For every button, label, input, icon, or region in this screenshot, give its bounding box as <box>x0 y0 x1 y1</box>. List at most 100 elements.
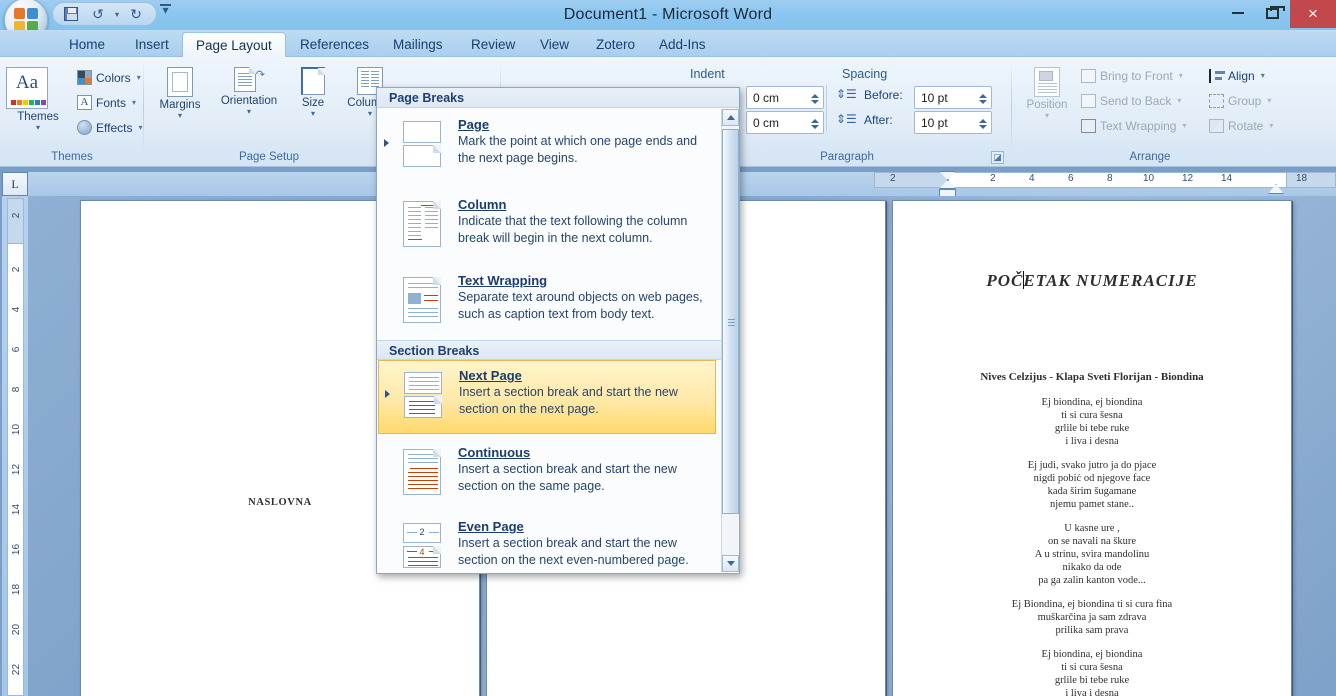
vruler-tick-4: 4 <box>11 306 22 313</box>
send-to-back-button[interactable]: Send to Back ▾ <box>1078 90 1184 111</box>
text-wrapping-icon <box>1081 118 1096 133</box>
indent-left-input[interactable]: 0 cm <box>746 86 824 109</box>
margins-button[interactable]: Margins ▾ <box>148 63 212 120</box>
themes-caret-icon[interactable]: ▾ <box>6 123 70 132</box>
theme-colors-button[interactable]: Colors ▾ <box>74 67 144 88</box>
hruler-tick-2a: 2 <box>890 173 896 184</box>
song-verse-3: U kasne ure , on se navali na škure A u … <box>1034 523 1150 586</box>
bring-to-front-button[interactable]: Bring to Front ▾ <box>1078 65 1186 86</box>
close-button[interactable]: × <box>1290 0 1336 28</box>
indent-right-value: 0 cm <box>753 116 780 130</box>
tab-page-layout[interactable]: Page Layout <box>182 32 286 57</box>
menu-scrollbar[interactable] <box>721 109 739 572</box>
customize-qat-icon[interactable]: ▾ <box>160 4 171 16</box>
ribbon-tab-strip: Home Insert Page Layout References Maili… <box>0 30 1336 57</box>
menu-scroll-up-button[interactable] <box>722 109 739 126</box>
undo-button[interactable]: ↺ <box>88 5 108 24</box>
rotate-button[interactable]: Rotate ▾ <box>1206 115 1276 136</box>
group-icon <box>1209 93 1224 108</box>
undo-dropdown-icon[interactable]: ▾ <box>115 10 119 19</box>
position-button[interactable]: Position ▾ <box>1016 63 1078 120</box>
margins-caret-icon[interactable]: ▾ <box>148 111 212 120</box>
send-to-back-caret-icon[interactable]: ▾ <box>1177 96 1181 105</box>
menu-item-text-wrapping[interactable]: Text Wrapping Separate text around objec… <box>378 266 716 338</box>
continuous-break-icon <box>378 445 458 504</box>
menu-item-continuous[interactable]: Continuous Insert a section break and st… <box>378 438 716 510</box>
tab-mailings[interactable]: Mailings <box>380 32 456 57</box>
hruler-tick-18: 18 <box>1296 173 1308 184</box>
text-wrapping-button[interactable]: Text Wrapping ▾ <box>1078 115 1190 136</box>
theme-effects-button[interactable]: Effects ▾ <box>74 117 145 138</box>
menu-item-even-page[interactable]: 2 4 Even Page Insert a section break and… <box>378 512 716 584</box>
indent-right-stepper[interactable] <box>810 114 819 133</box>
group-label: Group <box>1228 93 1262 108</box>
size-label: Size <box>301 97 325 109</box>
hruler-tick-2b: 2 <box>990 173 996 184</box>
ribbon-group-arrange: Position ▾ Bring to Front ▾ Send to Back… <box>1016 59 1284 165</box>
spacing-before-input[interactable]: 10 pt <box>914 86 992 109</box>
save-button[interactable] <box>61 5 81 24</box>
spacing-after-input[interactable]: 10 pt <box>914 111 992 134</box>
orientation-caret-icon[interactable]: ▾ <box>210 107 288 116</box>
text-wrapping-caret-icon[interactable]: ▾ <box>1182 121 1186 130</box>
title-bar: Document1 - Microsoft Word ↺ ▾ ↻ ▾ × <box>0 0 1336 42</box>
close-icon: × <box>1308 4 1318 23</box>
themes-button[interactable]: Aa Themes ▾ <box>6 63 70 132</box>
size-button[interactable]: Size ▾ <box>288 63 338 118</box>
redo-button[interactable]: ↻ <box>126 5 146 24</box>
rotate-caret-icon[interactable]: ▾ <box>1269 121 1273 130</box>
effects-caret-icon[interactable]: ▾ <box>138 123 142 132</box>
theme-fonts-button[interactable]: A Fonts ▾ <box>74 92 139 113</box>
spacing-after-label: After: <box>864 113 893 127</box>
indent-left-stepper[interactable] <box>810 89 819 108</box>
align-caret-icon[interactable]: ▾ <box>1261 71 1265 80</box>
paragraph-dialog-launcher[interactable]: ◪ <box>991 151 1004 164</box>
indent-right-input[interactable]: 0 cm <box>746 111 824 134</box>
tab-review[interactable]: Review <box>458 32 528 57</box>
page-break-icon <box>378 117 458 182</box>
tab-home[interactable]: Home <box>56 32 118 57</box>
restore-button[interactable] <box>1255 0 1290 26</box>
hruler-tick-14: 14 <box>1221 173 1233 184</box>
align-button[interactable]: Align ▾ <box>1206 65 1268 86</box>
themes-aa-glyph: Aa <box>15 72 39 93</box>
tab-insert[interactable]: Insert <box>122 32 182 57</box>
fonts-caret-icon[interactable]: ▾ <box>132 98 136 107</box>
vertical-ruler[interactable]: 2 2 4 6 8 10 12 14 16 18 20 22 <box>2 196 28 696</box>
colors-caret-icon[interactable]: ▾ <box>137 73 141 82</box>
menu-scroll-down-button[interactable] <box>722 555 739 572</box>
spacing-after-value: 10 pt <box>921 116 948 130</box>
align-icon <box>1209 68 1225 83</box>
song-verse-1: Ej biondina, ej biondina ti si cura šesn… <box>1041 397 1143 447</box>
menu-item-page[interactable]: Page Mark the point at which one page en… <box>378 110 716 188</box>
vruler-tick-22: 22 <box>11 663 22 676</box>
minimize-button[interactable] <box>1220 0 1255 26</box>
tab-references[interactable]: References <box>287 32 382 57</box>
group-label-themes: Themes <box>51 151 93 163</box>
spacing-after-stepper[interactable] <box>978 114 987 133</box>
menu-item-column[interactable]: Column Indicate that the text following … <box>378 190 716 264</box>
menu-scrollbar-thumb[interactable] <box>722 129 739 514</box>
size-icon <box>288 67 338 95</box>
position-caret-icon[interactable]: ▾ <box>1016 111 1078 120</box>
theme-effects-label: Effects <box>96 120 133 135</box>
window-controls: × <box>1220 0 1336 30</box>
menu-item-column-description: Indicate that the text following the col… <box>458 214 688 245</box>
orientation-button[interactable]: ↷ Orientation ▾ <box>210 63 288 116</box>
menu-item-next-page[interactable]: Next Page Insert a section break and sta… <box>378 360 716 434</box>
tab-stop-selector[interactable]: L <box>2 172 28 196</box>
tab-view[interactable]: View <box>527 32 582 57</box>
group-caret-icon[interactable]: ▾ <box>1267 96 1271 105</box>
tab-add-ins[interactable]: Add-Ins <box>646 32 719 57</box>
spacing-before-stepper[interactable] <box>978 89 987 108</box>
document-page-3[interactable]: POČETAK NUMERACIJE Nives Celzijus - Klap… <box>892 200 1292 696</box>
word-application-window: Document1 - Microsoft Word ↺ ▾ ↻ ▾ × Hom… <box>0 0 1336 696</box>
text-wrapping-break-icon <box>378 273 458 332</box>
group-button[interactable]: Group ▾ <box>1206 90 1274 111</box>
send-to-back-icon <box>1081 93 1096 108</box>
size-caret-icon[interactable]: ▾ <box>288 109 338 118</box>
menu-section-section-breaks-heading: Section Breaks <box>377 340 722 360</box>
tab-zotero[interactable]: Zotero <box>583 32 648 57</box>
align-label: Align <box>1228 68 1255 83</box>
bring-to-front-caret-icon[interactable]: ▾ <box>1179 71 1183 80</box>
